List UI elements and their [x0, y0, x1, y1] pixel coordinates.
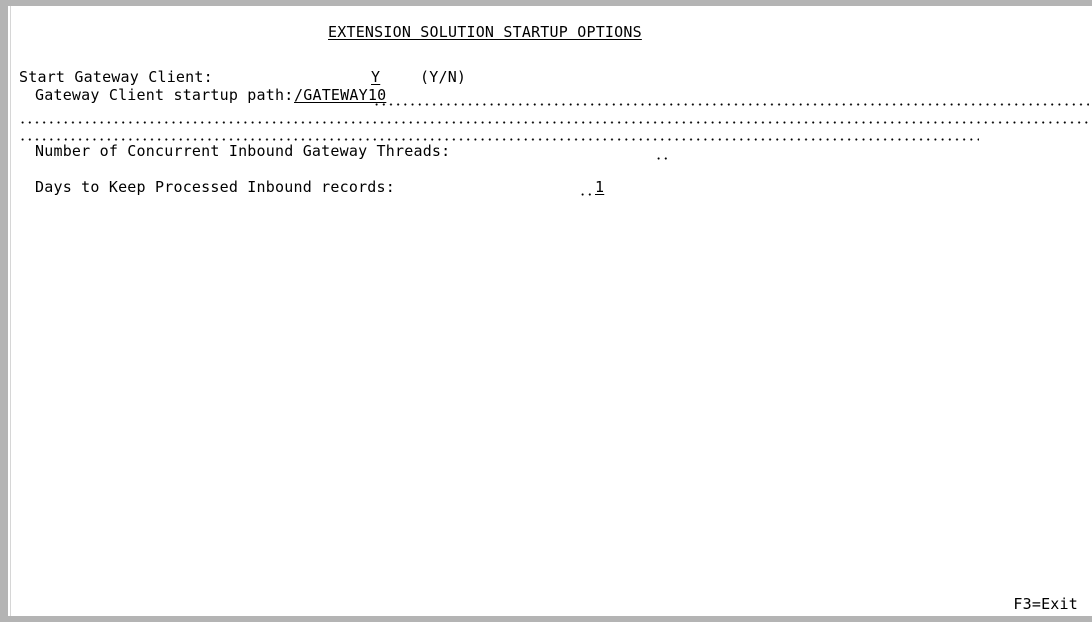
start-gateway-client-input[interactable]: Y [371, 68, 380, 86]
days-keep-value: 1 [595, 178, 605, 196]
window-frame-bottom [0, 616, 1092, 622]
window-frame-left [0, 0, 8, 622]
f3-exit-key[interactable]: F3=Exit [1013, 595, 1078, 613]
startup-path-fill-line-1 [373, 103, 1089, 106]
startup-path-fill-line-3 [19, 138, 979, 141]
inbound-threads-label: Number of Concurrent Inbound Gateway Thr… [35, 142, 451, 160]
startup-path-fill-line-2 [19, 121, 1089, 124]
start-gateway-client-hint: (Y/N) [420, 68, 467, 86]
terminal-screen: EXTENSION SOLUTION STARTUP OPTIONS Start… [11, 6, 1092, 616]
startup-path-value: /GATEWAY10 [294, 86, 387, 104]
screen-title: EXTENSION SOLUTION STARTUP OPTIONS [328, 23, 642, 41]
startup-path-label: Gateway Client startup path: [35, 86, 294, 104]
start-gateway-client-label: Start Gateway Client: [19, 68, 213, 86]
days-keep-fill [579, 193, 595, 196]
days-keep-label: Days to Keep Processed Inbound records: [35, 178, 395, 196]
inbound-threads-fill [655, 157, 671, 160]
